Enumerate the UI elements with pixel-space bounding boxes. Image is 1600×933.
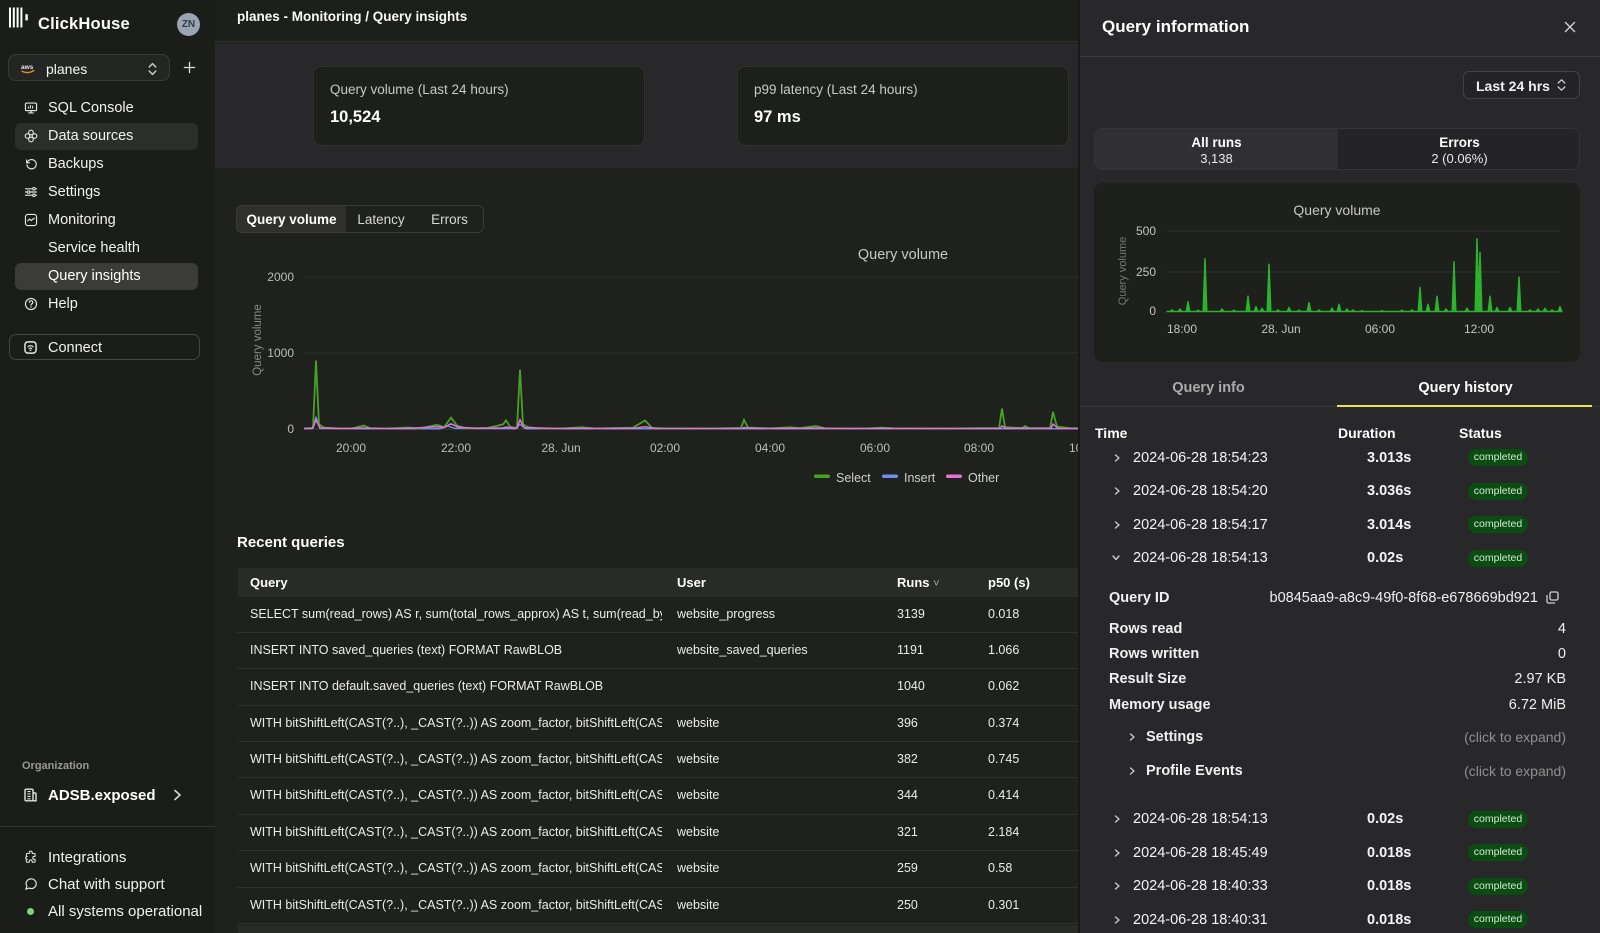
svg-text:02:00: 02:00 xyxy=(650,441,680,455)
svg-text:06:00: 06:00 xyxy=(860,441,890,455)
svg-text:250: 250 xyxy=(1136,265,1156,279)
svg-text:Query volume: Query volume xyxy=(1293,202,1380,218)
svg-text:10:00: 10:00 xyxy=(1069,441,1078,455)
svg-text:Select: Select xyxy=(836,471,871,485)
svg-text:Query volume: Query volume xyxy=(858,247,948,263)
svg-text:500: 500 xyxy=(1136,224,1156,238)
svg-text:28. Jun: 28. Jun xyxy=(1261,322,1300,336)
svg-text:Query volume: Query volume xyxy=(252,304,264,376)
svg-text:Insert: Insert xyxy=(904,471,936,485)
svg-text:20:00: 20:00 xyxy=(336,441,366,455)
svg-text:aws: aws xyxy=(21,64,34,71)
svg-text:28. Jun: 28. Jun xyxy=(541,441,580,455)
svg-text:22:00: 22:00 xyxy=(441,441,471,455)
svg-text:08:00: 08:00 xyxy=(964,441,994,455)
svg-text:Other: Other xyxy=(968,471,999,485)
svg-text:0: 0 xyxy=(287,422,294,436)
svg-text:04:00: 04:00 xyxy=(755,441,785,455)
svg-text:06:00: 06:00 xyxy=(1365,322,1395,336)
svg-text:18:00: 18:00 xyxy=(1167,322,1197,336)
svg-text:2000: 2000 xyxy=(267,270,294,284)
svg-text:Query volume: Query volume xyxy=(1117,237,1129,305)
svg-text:1000: 1000 xyxy=(267,346,294,360)
svg-text:12:00: 12:00 xyxy=(1464,322,1494,336)
svg-text:0: 0 xyxy=(1149,304,1156,318)
